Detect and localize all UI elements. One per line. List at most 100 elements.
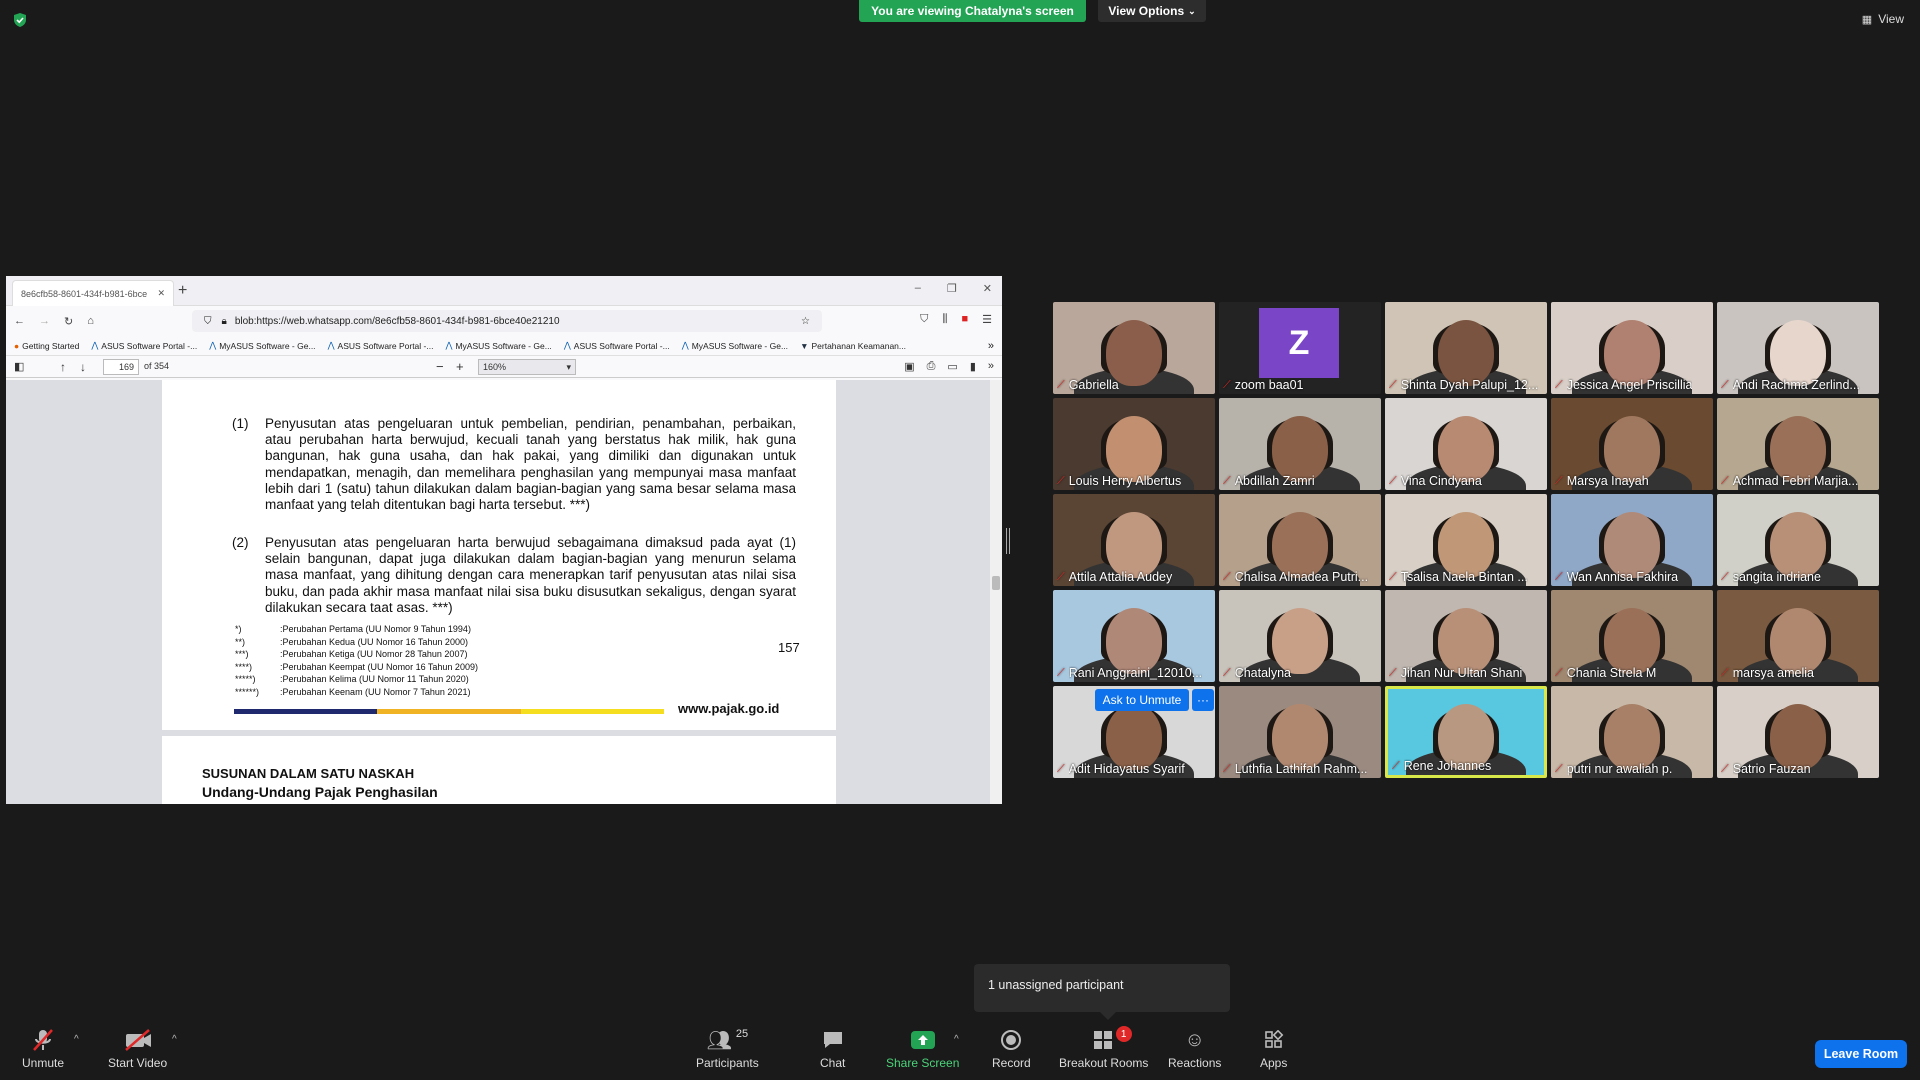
bookmark-star-icon[interactable]: ☆	[801, 316, 810, 327]
bookmark-item[interactable]: ⋀ MyASUS Software - Ge...	[209, 340, 315, 351]
participant-tile[interactable]: ⟋ Vina Cindyana	[1385, 398, 1547, 490]
participant-tile[interactable]: ⟋ Chania Strela M	[1551, 590, 1713, 682]
participant-tile[interactable]: ⟋ Jessica Angel Priscillia	[1551, 302, 1713, 394]
participant-tile[interactable]: ⟋ Marsya Inayah	[1551, 398, 1713, 490]
view-button[interactable]: ▦ View	[1862, 12, 1904, 26]
participant-name-bar: ⟋ Gabriella	[1057, 378, 1211, 392]
start-video-button[interactable]: Start Video	[108, 1028, 167, 1070]
minimize-icon[interactable]: –	[915, 282, 921, 295]
unmute-button[interactable]: Unmute	[22, 1028, 64, 1070]
breakout-rooms-icon: 1	[1092, 1026, 1132, 1052]
participant-tile[interactable]: ⟋ Rene Johannes	[1385, 686, 1547, 778]
zoom-in-icon[interactable]: +	[456, 359, 464, 374]
browser-tab[interactable]: 8e6cfb58-8601-434f-b981-6bce ✕	[12, 280, 174, 306]
encryption-shield-icon[interactable]	[12, 12, 28, 28]
zoom-out-icon[interactable]: −	[436, 359, 444, 374]
restore-icon[interactable]: ❐	[947, 282, 957, 295]
page-number-input[interactable]: 169	[103, 359, 139, 375]
participant-name: Chatalyna	[1234, 666, 1291, 680]
print-icon[interactable]: ⎙	[927, 360, 936, 373]
scrollbar-thumb[interactable]	[992, 576, 1000, 590]
share-screen-button[interactable]: Share Screen	[886, 1028, 959, 1070]
resize-handle[interactable]	[1006, 528, 1010, 554]
participant-tile[interactable]: ⟋ Andi Rachma Zerlind...	[1717, 302, 1879, 394]
menu-icon[interactable]: ☰	[982, 313, 992, 326]
bookmark-item[interactable]: ⋀ ASUS Software Portal -...	[91, 340, 197, 351]
participants-button[interactable]: 👥︎ 25 Participants	[696, 1028, 759, 1070]
prev-page-icon[interactable]: ↑	[60, 360, 66, 374]
asus-icon: ⋀	[681, 340, 689, 350]
participant-tile[interactable]: ⟋ sangita indriane	[1717, 494, 1879, 586]
tools-icon[interactable]: »	[988, 360, 994, 373]
forward-icon[interactable]: →	[39, 315, 50, 327]
bookmark-item[interactable]: ⋀ ASUS Software Portal -...	[328, 340, 434, 351]
more-bookmarks-icon[interactable]: »	[988, 340, 994, 352]
participant-tile[interactable]: ⟋ Chatalyna	[1219, 590, 1381, 682]
chat-button[interactable]: Chat	[820, 1028, 845, 1070]
participant-video	[1604, 703, 1660, 770]
participant-tile[interactable]: ⟋ Shinta Dyah Palupi_12...	[1385, 302, 1547, 394]
view-label: View	[1878, 12, 1904, 26]
share-caret-icon[interactable]: ^	[954, 1034, 959, 1045]
home-icon[interactable]: ⌂	[87, 315, 94, 327]
next-page-icon[interactable]: ↓	[80, 360, 86, 374]
shared-screen[interactable]: 8e6cfb58-8601-434f-b981-6bce ✕ + – ❐ ✕ ← → …	[6, 276, 1002, 804]
extension-icon[interactable]: ■	[961, 313, 968, 326]
zoom-select[interactable]: 160% ▾	[478, 359, 576, 375]
back-icon[interactable]: ←	[14, 315, 25, 327]
participant-tile[interactable]: ⟋ Attila Attalia Audey	[1053, 494, 1215, 586]
apps-button[interactable]: Apps	[1260, 1028, 1287, 1070]
bookmark-item[interactable]: ⋀ MyASUS Software - Ge...	[682, 340, 788, 351]
muted-mic-icon	[30, 1028, 56, 1052]
participant-tile[interactable]: ⟋ Satrio Fauzan	[1717, 686, 1879, 778]
bookmark-icon[interactable]: ▮	[970, 360, 976, 373]
pdf-viewport[interactable]: (1) Penyusutan atas pengeluaran untuk pe…	[6, 380, 1002, 804]
chevron-down-icon: ⌄	[1188, 5, 1196, 16]
participant-name: Chania Strela M	[1566, 666, 1657, 680]
participant-tile[interactable]: ⟋ Luthfia Lathifah Rahm...	[1219, 686, 1381, 778]
record-button[interactable]: Record	[992, 1028, 1031, 1070]
view-options-button[interactable]: View Options ⌄	[1098, 0, 1206, 22]
participant-tile[interactable]: ⟋ Rani Anggraini_12010...	[1053, 590, 1215, 682]
url-bar[interactable]: ⛉ 🔒︎ blob:https://web.whatsapp.com/8e6cfb5…	[192, 310, 822, 332]
participant-tile[interactable]: ⟋ Chalisa Almadea Putri...	[1219, 494, 1381, 586]
participant-video	[1438, 319, 1494, 386]
more-options-button[interactable]: ···	[1192, 689, 1214, 711]
presentation-icon[interactable]: ▣	[904, 360, 914, 373]
scrollbar[interactable]	[990, 380, 1002, 804]
bookmark-item[interactable]: ⋀ ASUS Software Portal -...	[564, 340, 670, 351]
participant-tile[interactable]: ⟋ Achmad Febri Marjia...	[1717, 398, 1879, 490]
footnote: *****):Perubahan Kelima (UU Nomor 11 Tah…	[235, 674, 469, 684]
reactions-button[interactable]: ☺︎ Reactions	[1168, 1028, 1221, 1071]
participant-tile[interactable]: ⟋ putri nur awaliah p.	[1551, 686, 1713, 778]
participant-tile[interactable]: ⟋ marsya amelia	[1717, 590, 1879, 682]
library-icon[interactable]: ⫼	[942, 313, 947, 326]
close-window-icon[interactable]: ✕	[983, 282, 992, 295]
ask-to-unmute-button[interactable]: Ask to Unmute	[1095, 689, 1189, 711]
close-tab-icon[interactable]: ✕	[157, 288, 165, 299]
sidebar-toggle-icon[interactable]: ◧	[14, 360, 24, 373]
participant-tile[interactable]: ⟋ Louis Herry Albertus	[1053, 398, 1215, 490]
bookmark-item[interactable]: ⋀ MyASUS Software - Ge...	[445, 340, 551, 351]
video-caret-icon[interactable]: ^	[172, 1034, 177, 1045]
new-tab-icon[interactable]: +	[178, 282, 187, 300]
participant-tile[interactable]: ⟋ Gabriella	[1053, 302, 1215, 394]
bookmark-item[interactable]: ▼ Pertahanan Keamanan...	[800, 341, 906, 351]
pdf-page: SUSUNAN DALAM SATU NASKAH Undang-Undang …	[162, 736, 836, 804]
breakout-rooms-button[interactable]: 1 Breakout Rooms	[1059, 1026, 1148, 1070]
participant-tile[interactable]: ⟋ Abdillah Zamri	[1219, 398, 1381, 490]
leave-room-button[interactable]: Leave Room	[1815, 1040, 1907, 1068]
audio-caret-icon[interactable]: ^	[74, 1034, 79, 1045]
participant-name: Wan Annisa Fakhira	[1566, 570, 1679, 584]
save-icon[interactable]: ▭	[947, 360, 957, 373]
pocket-icon[interactable]: ⛉	[920, 313, 928, 326]
participant-tile[interactable]: ⟋ Wan Annisa Fakhira	[1551, 494, 1713, 586]
page-subheading: Undang-Undang Pajak Penghasilan	[202, 784, 438, 800]
reload-icon[interactable]: ↻	[64, 315, 73, 328]
unassigned-participants-popup[interactable]: 1 unassigned participant	[974, 964, 1230, 1020]
participant-tile[interactable]: ⟋ Tsalisa Naela Bintan ...	[1385, 494, 1547, 586]
participant-tile[interactable]: Z ⟋ zoom baa01	[1219, 302, 1381, 394]
bookmark-item[interactable]: ● Getting Started	[14, 341, 79, 351]
participant-tile[interactable]: ⟋ Jihan Nur Ultan Shani	[1385, 590, 1547, 682]
participant-name-bar: ⟋ zoom baa01	[1223, 378, 1377, 392]
